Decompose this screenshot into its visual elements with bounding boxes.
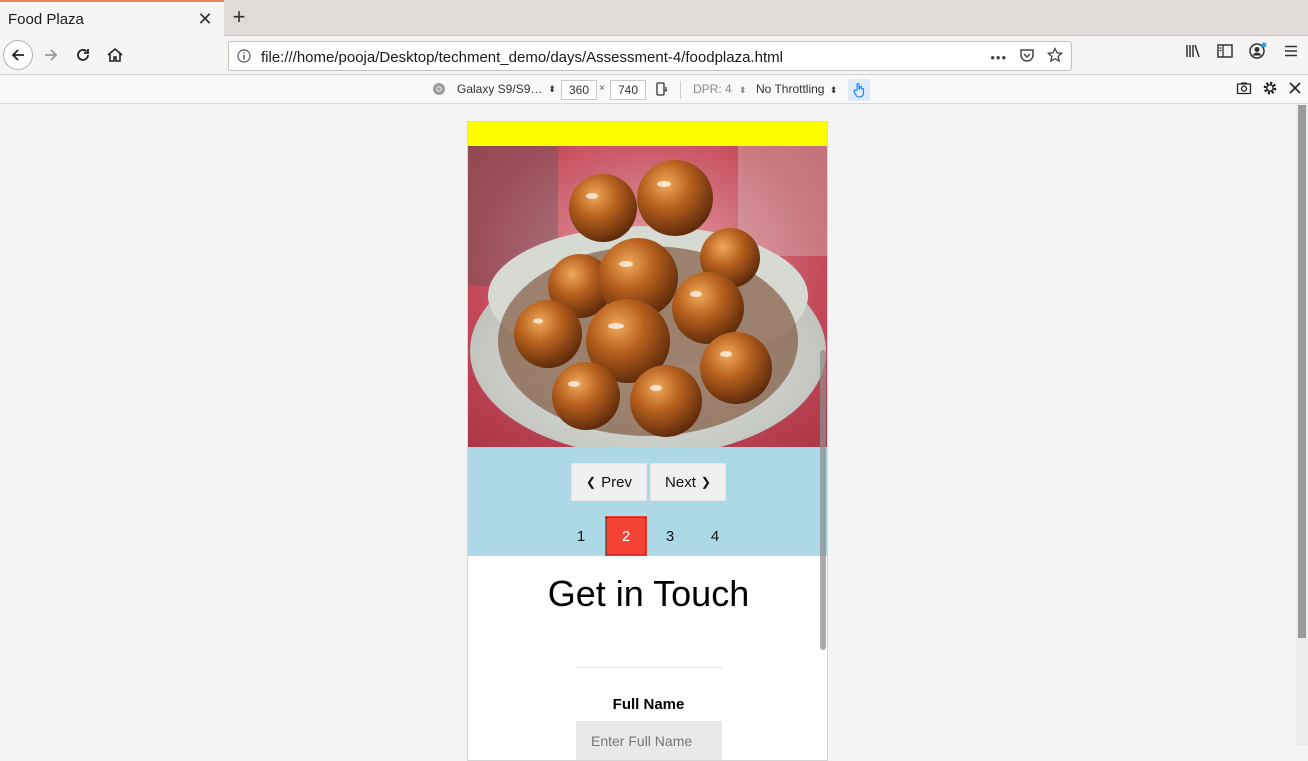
new-tab-button[interactable]: +: [228, 6, 250, 28]
reload-button[interactable]: [68, 40, 98, 70]
chrome-icon: [433, 83, 445, 95]
toolbar-divider: [680, 81, 681, 99]
viewport-height-input[interactable]: 740: [610, 80, 646, 100]
slide-dot-3[interactable]: 3: [649, 516, 691, 556]
prev-button[interactable]: ❮ Prev: [571, 463, 647, 501]
dimension-separator: ×: [599, 83, 605, 94]
touch-hand-icon: [853, 82, 865, 98]
responsive-viewport-area: ❮ Prev Next ❯ 1 2 3 4 Get in Touch Full …: [0, 105, 1296, 761]
prev-label: Prev: [601, 473, 632, 491]
address-bar[interactable]: file:///home/pooja/Desktop/techment_demo…: [228, 41, 1072, 71]
account-icon[interactable]: [1248, 42, 1268, 65]
device-name: Galaxy S9/S9…: [457, 82, 543, 96]
site-header-bar: [468, 122, 827, 146]
full-name-input[interactable]: [576, 721, 722, 760]
responsive-design-toolbar: Galaxy S9/S9… ⬍ 360 × 740 DPR: 4 ⬍ No Th…: [0, 76, 1308, 104]
url-text[interactable]: file:///home/pooja/Desktop/techment_demo…: [261, 49, 783, 66]
touch-simulation-button[interactable]: [848, 79, 870, 101]
rotate-viewport-icon[interactable]: [654, 81, 670, 100]
back-button[interactable]: [3, 40, 33, 70]
tab-strip: Food Plaza ✕ +: [0, 0, 1308, 36]
throttling-selector[interactable]: No Throttling ⬍: [756, 82, 837, 96]
forward-arrow-icon: [45, 49, 58, 61]
throttling-label: No Throttling: [756, 82, 825, 96]
slide-dot-2[interactable]: 2: [605, 516, 647, 556]
forward-button[interactable]: [36, 40, 66, 70]
dpr-label: DPR: 4: [693, 82, 732, 96]
device-selector[interactable]: Galaxy S9/S9… ⬍: [432, 82, 556, 96]
slide-dot-1[interactable]: 1: [560, 516, 602, 556]
reload-icon: [77, 49, 89, 61]
chevron-left-icon: ❮: [586, 475, 597, 489]
tab-title: Food Plaza: [8, 11, 84, 28]
full-name-label: Full Name: [612, 696, 685, 713]
slideshow-image-gulab-jamun: [468, 146, 827, 447]
home-icon: [107, 47, 123, 62]
sidebar-icon[interactable]: [1216, 42, 1234, 65]
bookmark-star-icon[interactable]: [1046, 46, 1064, 68]
viewport-width-input[interactable]: 360: [561, 80, 597, 100]
settings-gear-icon[interactable]: [1262, 80, 1278, 99]
close-tab-icon[interactable]: ✕: [196, 10, 214, 28]
device-frame: ❮ Prev Next ❯ 1 2 3 4 Get in Touch Full …: [467, 121, 828, 761]
chevron-updown-icon: ⬍: [829, 85, 838, 95]
page-scrollbar-thumb[interactable]: [1298, 105, 1306, 638]
slider-controls: ❮ Prev Next ❯ 1 2 3 4: [468, 447, 827, 556]
close-rdm-icon[interactable]: [1288, 81, 1302, 98]
tab-food-plaza[interactable]: Food Plaza ✕: [0, 0, 224, 36]
contact-heading: Get in Touch: [547, 573, 750, 614]
navigation-toolbar: file:///home/pooja/Desktop/techment_demo…: [0, 37, 1308, 75]
chevron-updown-icon: ⬍: [739, 85, 747, 95]
dpr-selector[interactable]: DPR: 4 ⬍: [693, 82, 747, 96]
pocket-icon[interactable]: [1019, 47, 1035, 68]
back-arrow-icon: [11, 49, 24, 61]
chevron-updown-icon: ⬍: [548, 83, 556, 94]
page-actions-icon[interactable]: •••: [990, 50, 1007, 65]
home-button[interactable]: [100, 40, 130, 70]
next-button[interactable]: Next ❯: [650, 463, 726, 501]
info-icon[interactable]: [237, 49, 251, 68]
divider: [576, 667, 722, 668]
slide-dot-4[interactable]: 4: [694, 516, 736, 556]
library-icon[interactable]: [1184, 42, 1202, 65]
screenshot-icon[interactable]: [1236, 80, 1252, 99]
main-menu-icon[interactable]: [1282, 42, 1300, 65]
chevron-right-icon: ❯: [700, 475, 711, 489]
page-scrollbar[interactable]: [1296, 105, 1308, 745]
next-label: Next: [665, 473, 696, 491]
